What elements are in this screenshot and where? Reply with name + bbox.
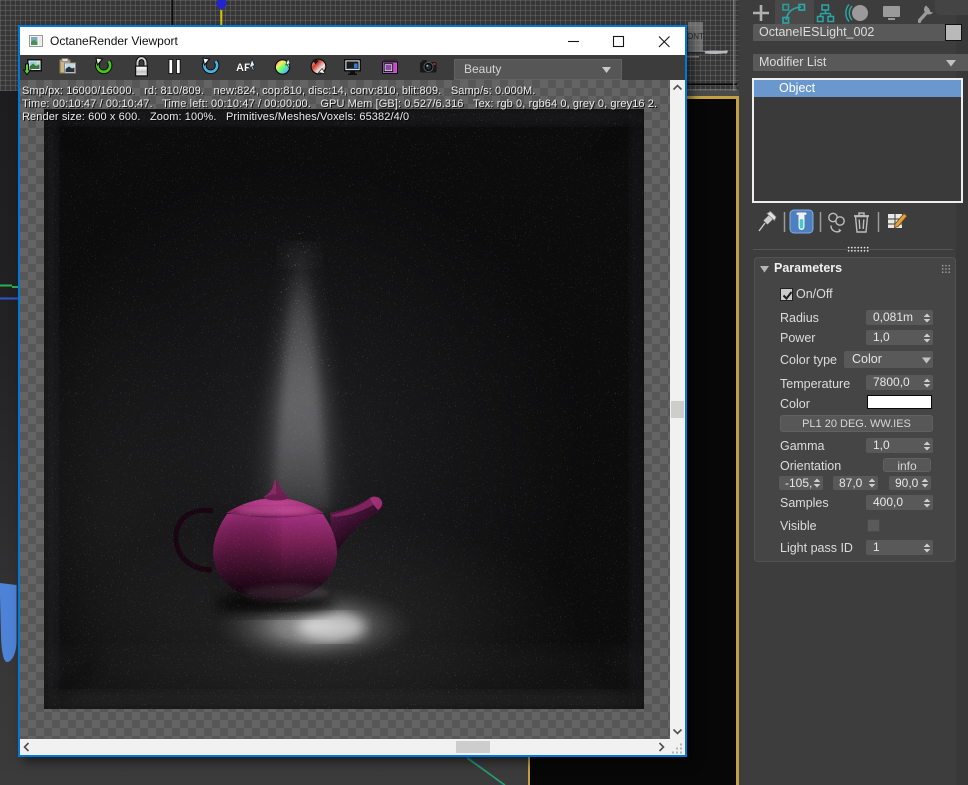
svg-text:ONT: ONT (687, 32, 704, 41)
